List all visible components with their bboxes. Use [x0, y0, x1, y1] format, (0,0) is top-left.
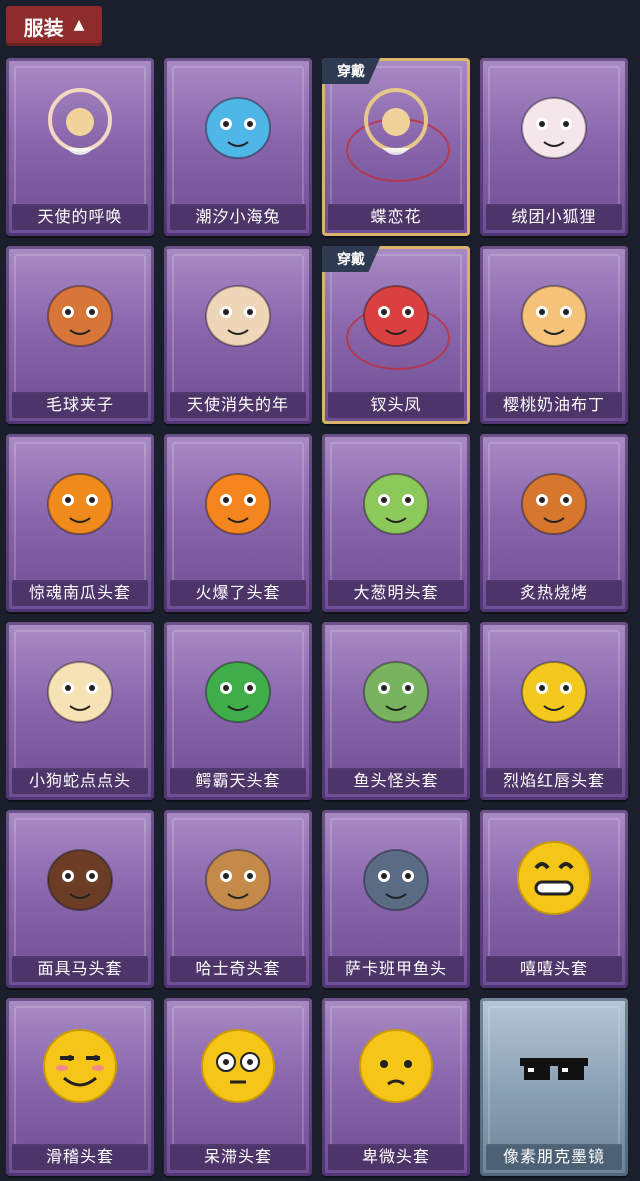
item-card[interactable]: 大葱明头套	[322, 434, 470, 612]
item-card[interactable]: 鱼头怪头套	[322, 622, 470, 800]
pixel-sunglasses-icon	[520, 1058, 588, 1080]
item-card[interactable]: 呆滞头套	[164, 998, 312, 1176]
item-card[interactable]: 面具马头套	[6, 810, 154, 988]
item-card[interactable]: 鳄霸天头套	[164, 622, 312, 800]
item-label: 钗头凤	[328, 392, 464, 418]
funny-emoji-icon	[43, 1029, 117, 1103]
item-label: 小狗蛇点点头	[12, 768, 148, 794]
item-card[interactable]: 卑微头套	[322, 998, 470, 1176]
item-card[interactable]: 小狗蛇点点头	[6, 622, 154, 800]
item-card[interactable]: 像素朋克墨镜	[480, 998, 628, 1176]
humble-emoji-icon	[359, 1029, 433, 1103]
item-label: 天使消失的年	[170, 392, 306, 418]
scallion-icon	[363, 473, 429, 535]
grin-emoji-icon	[517, 841, 591, 915]
item-card[interactable]: 炙热烧烤	[480, 434, 628, 612]
item-label: 烈焰红唇头套	[486, 768, 622, 794]
item-card[interactable]: 哈士奇头套	[164, 810, 312, 988]
item-card[interactable]: 穿戴 钗头凤	[322, 246, 470, 424]
chevron-up-icon[interactable]: ▲	[74, 17, 85, 33]
fish-icon	[363, 849, 429, 911]
phoenix-crown-icon	[363, 285, 429, 347]
bbq-icon	[521, 473, 587, 535]
snake-icon	[47, 661, 113, 723]
item-card[interactable]: 樱桃奶油布丁	[480, 246, 628, 424]
item-label: 大葱明头套	[328, 580, 464, 606]
item-card[interactable]: 天使消失的年	[164, 246, 312, 424]
fishhead-icon	[363, 661, 429, 723]
item-label: 火爆了头套	[170, 580, 306, 606]
angel-girl-icon	[205, 285, 271, 347]
item-label: 炙热烧烤	[486, 580, 622, 606]
item-label: 呆滞头套	[170, 1144, 306, 1170]
item-card[interactable]: 潮汐小海兔	[164, 58, 312, 236]
pikachu-icon	[521, 661, 587, 723]
item-label: 樱桃奶油布丁	[486, 392, 622, 418]
item-card[interactable]: 嘻嘻头套	[480, 810, 628, 988]
item-card[interactable]: 穿戴 蝶恋花	[322, 58, 470, 236]
item-label: 滑稽头套	[12, 1144, 148, 1170]
item-label: 萨卡班甲鱼头	[328, 956, 464, 982]
item-card[interactable]: 毛球夹子	[6, 246, 154, 424]
item-label: 潮汐小海兔	[170, 204, 306, 230]
item-grid: 天使的呼唤 潮汐小海兔 穿戴 蝶恋花 绒团小狐狸毛球夹子 天使消失的年 穿戴 钗头凤 樱桃奶油布…	[6, 58, 628, 1176]
item-label: 嘻嘻头套	[486, 956, 622, 982]
category-title: 服装	[23, 15, 64, 40]
item-card[interactable]: 绒团小狐狸	[480, 58, 628, 236]
item-card[interactable]: 滑稽头套	[6, 998, 154, 1176]
item-card[interactable]: 火爆了头套	[164, 434, 312, 612]
stare-emoji-icon	[201, 1029, 275, 1103]
pumpkin-icon	[47, 473, 113, 535]
item-card[interactable]: 萨卡班甲鱼头	[322, 810, 470, 988]
item-label: 面具马头套	[12, 956, 148, 982]
pudding-icon	[521, 285, 587, 347]
angel-icon	[48, 88, 112, 155]
raccoon-icon	[47, 285, 113, 347]
item-label: 像素朋克墨镜	[486, 1144, 622, 1170]
item-label: 卑微头套	[328, 1144, 464, 1170]
crocodile-icon	[205, 661, 271, 723]
item-label: 蝶恋花	[328, 204, 464, 230]
category-tab-clothing[interactable]: 服装 ▲	[6, 6, 102, 46]
item-label: 哈士奇头套	[170, 956, 306, 982]
sea-bunny-icon	[205, 97, 271, 159]
fox-icon	[521, 97, 587, 159]
item-card[interactable]: 惊魂南瓜头套	[6, 434, 154, 612]
item-label: 绒团小狐狸	[486, 204, 622, 230]
item-card[interactable]: 天使的呼唤	[6, 58, 154, 236]
husky-icon	[205, 849, 271, 911]
item-label: 惊魂南瓜头套	[12, 580, 148, 606]
horse-icon	[47, 849, 113, 911]
item-card[interactable]: 烈焰红唇头套	[480, 622, 628, 800]
item-label: 毛球夹子	[12, 392, 148, 418]
item-label: 鳄霸天头套	[170, 768, 306, 794]
item-label: 鱼头怪头套	[328, 768, 464, 794]
flower-ring-icon	[364, 88, 428, 155]
item-label: 天使的呼唤	[12, 204, 148, 230]
fire-icon	[205, 473, 271, 535]
